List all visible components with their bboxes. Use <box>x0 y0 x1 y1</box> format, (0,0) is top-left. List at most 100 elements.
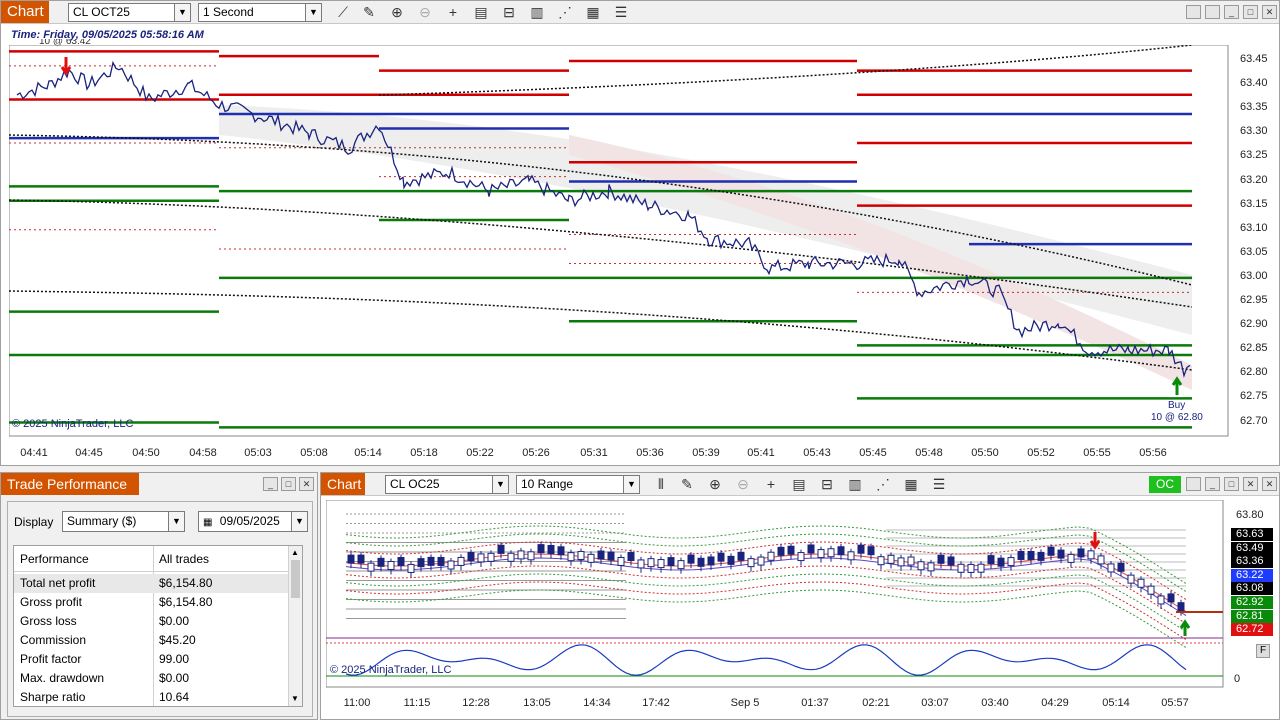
performance-table: Performance All trades Total net profit $… <box>13 545 303 707</box>
x-tick-label: 05:39 <box>692 447 720 459</box>
indicators-icon[interactable]: ▥ <box>527 3 547 21</box>
y-tick-label: 63.00 <box>1240 269 1268 282</box>
scroll-up-icon[interactable]: ▲ <box>291 548 299 557</box>
candle <box>1027 551 1035 561</box>
candle <box>1087 550 1095 560</box>
list-icon[interactable]: ☰ <box>611 3 631 21</box>
candle <box>647 558 655 568</box>
col-performance-header[interactable]: Performance <box>20 552 89 566</box>
templates-icon[interactable]: ⊟ <box>499 3 519 21</box>
close-button[interactable]: ✕ <box>1262 5 1277 19</box>
zoom-in-icon[interactable]: ⊕ <box>705 475 725 493</box>
calendar-icon: ▦ <box>203 517 213 528</box>
x-tick-label: 05:03 <box>244 447 272 459</box>
top-chart-window: Chart CL OCT25 ▼ 1 Second ▼ ⟋ ✎ ⊕ ⊖ + ▤ … <box>0 0 1280 466</box>
table-row[interactable]: Commission $45.20 <box>14 631 290 650</box>
candle <box>887 554 895 564</box>
tp-close-button[interactable]: ✕ <box>299 477 314 491</box>
table-row[interactable]: Sharpe ratio 10.64 <box>14 688 290 706</box>
table-header: Performance All trades <box>14 546 290 572</box>
candle <box>927 562 935 572</box>
table-row[interactable]: Profit factor 99.00 <box>14 650 290 669</box>
candle <box>727 555 735 565</box>
candle <box>997 557 1005 567</box>
date-picker[interactable]: ▦ 09/05/2025 ▼ <box>198 511 308 532</box>
crosshair-icon[interactable]: + <box>443 3 463 21</box>
maximize-button[interactable]: □ <box>1243 5 1258 19</box>
price-tag-label: 62.72 <box>1231 623 1273 637</box>
window-option-1-button[interactable] <box>1186 5 1201 19</box>
bottom-close-button[interactable]: ✕ <box>1243 477 1258 491</box>
notes-icon[interactable]: ▦ <box>901 475 921 493</box>
zoom-out-icon[interactable]: ⊖ <box>415 3 435 21</box>
candle <box>1007 557 1015 567</box>
x-tick-label: 05:55 <box>1083 447 1111 459</box>
bottom-close-2-button[interactable]: ✕ <box>1262 477 1277 491</box>
x-tick-label: 03:40 <box>981 697 1009 709</box>
line-tool-icon[interactable]: ⟋ <box>333 3 353 21</box>
tp-minimize-button[interactable]: _ <box>263 477 278 491</box>
pencil-icon[interactable]: ✎ <box>677 475 697 493</box>
period-select[interactable]: 1 Second ▼ <box>198 3 322 22</box>
bottom-instrument-select[interactable]: CL OC25 ▼ <box>385 475 509 494</box>
price-tag-label: 63.22 <box>1231 568 1273 582</box>
candle <box>1047 546 1055 556</box>
table-row[interactable]: Gross loss $0.00 <box>14 612 290 631</box>
oc-badge[interactable]: OC <box>1149 476 1181 493</box>
candle <box>417 558 425 568</box>
table-row[interactable]: Gross profit $6,154.80 <box>14 593 290 612</box>
candle <box>807 544 815 554</box>
templates-icon[interactable]: ⊟ <box>817 475 837 493</box>
display-select[interactable]: Summary ($) ▼ <box>62 511 185 532</box>
crosshair-icon[interactable]: + <box>761 475 781 493</box>
instrument-select[interactable]: CL OCT25 ▼ <box>68 3 191 22</box>
metric-value: $0.00 <box>159 671 190 685</box>
price-tag-label: 63.08 <box>1231 582 1273 596</box>
top-copyright: © 2025 NinjaTrader, LLC <box>12 418 134 430</box>
bar-type-icon[interactable]: ⫴ <box>651 475 671 493</box>
display-value: Summary ($) <box>67 514 137 528</box>
table-scrollbar[interactable]: ▲ ▼ <box>288 546 302 706</box>
candle <box>477 553 485 563</box>
candle <box>1147 585 1155 595</box>
bottom-chart-title: Chart <box>321 473 365 495</box>
bottom-option-button[interactable] <box>1186 477 1201 491</box>
candle <box>947 556 955 566</box>
bottom-price-panel[interactable] <box>326 500 1224 688</box>
x-tick-label: 04:58 <box>189 447 217 459</box>
candle <box>557 546 565 556</box>
zoom-out-icon[interactable]: ⊖ <box>733 475 753 493</box>
minimize-button[interactable]: _ <box>1224 5 1239 19</box>
y-tick-label: 62.80 <box>1240 366 1268 379</box>
window-option-2-button[interactable] <box>1205 5 1220 19</box>
y-tick-label: 63.25 <box>1240 149 1268 162</box>
bottom-minimize-button[interactable]: _ <box>1205 477 1220 491</box>
candle <box>437 556 445 566</box>
table-row[interactable]: Total net profit $6,154.80 <box>14 574 290 593</box>
notes-icon[interactable]: ▦ <box>583 3 603 21</box>
top-price-panel[interactable] <box>9 45 1229 437</box>
zoom-in-icon[interactable]: ⊕ <box>387 3 407 21</box>
tp-maximize-button[interactable]: □ <box>281 477 296 491</box>
x-tick-label: 05:50 <box>971 447 999 459</box>
strategies-icon[interactable]: ⋰ <box>873 475 893 493</box>
candle <box>977 563 985 573</box>
scroll-thumb[interactable] <box>291 560 300 598</box>
x-tick-label: 05:14 <box>1102 697 1130 709</box>
strategies-icon[interactable]: ⋰ <box>555 3 575 21</box>
bottom-period-select[interactable]: 10 Range ▼ <box>516 475 640 494</box>
candle <box>1157 595 1165 605</box>
list-icon[interactable]: ☰ <box>929 475 949 493</box>
col-all-trades-header[interactable]: All trades <box>159 552 209 566</box>
x-tick-label: 03:07 <box>921 697 949 709</box>
bottom-maximize-button[interactable]: □ <box>1224 477 1239 491</box>
properties-icon[interactable]: ▤ <box>471 3 491 21</box>
scroll-down-icon[interactable]: ▼ <box>291 694 299 703</box>
x-tick-label: 12:28 <box>462 697 490 709</box>
properties-icon[interactable]: ▤ <box>789 475 809 493</box>
indicators-icon[interactable]: ▥ <box>845 475 865 493</box>
pencil-icon[interactable]: ✎ <box>359 3 379 21</box>
panel-f-icon[interactable]: F <box>1256 644 1270 658</box>
y-tick-label: 63.35 <box>1240 101 1268 114</box>
table-row[interactable]: Max. drawdown $0.00 <box>14 669 290 688</box>
